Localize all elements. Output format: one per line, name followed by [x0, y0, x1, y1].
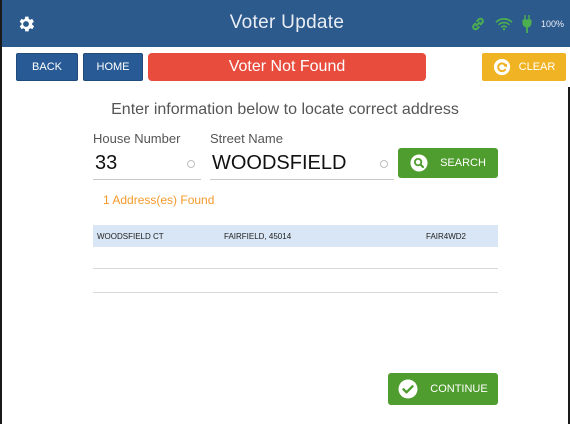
result-row[interactable]: WOODSFIELD CT FAIRFIELD, 45014 FAIR4WD2 [93, 225, 498, 247]
search-button[interactable]: SEARCH [398, 148, 498, 178]
clear-label: CLEAR [518, 61, 556, 73]
street-name-label: Street Name [210, 131, 283, 146]
nav-bar: BACK HOME Voter Not Found CLEAR [2, 47, 570, 87]
status-banner: Voter Not Found [148, 53, 426, 81]
list-divider [93, 268, 498, 269]
battery-level: 100% [540, 19, 564, 29]
result-code: FAIR4WD2 [426, 232, 467, 241]
link-icon [472, 17, 484, 31]
status-icons: 100% [469, 15, 564, 33]
house-number-value: 33 [95, 152, 118, 174]
wifi-icon [495, 18, 513, 31]
clear-button[interactable]: CLEAR [482, 53, 566, 81]
street-name-value: WOODSFIELD [212, 152, 347, 174]
title-bar: Voter Update 100% [2, 0, 570, 47]
clear-field-icon[interactable] [187, 160, 195, 168]
continue-label: CONTINUE [430, 383, 488, 395]
list-divider [93, 292, 498, 293]
results-list: WOODSFIELD CT FAIRFIELD, 45014 FAIR4WD2 [93, 225, 498, 247]
street-name-input[interactable]: WOODSFIELD [210, 149, 394, 180]
app-frame: Voter Update 100% BACK HOME Voter Not Fo… [0, 0, 570, 424]
clear-field-icon[interactable] [380, 160, 388, 168]
result-street: WOODSFIELD CT [97, 232, 164, 241]
search-icon [410, 154, 428, 172]
search-label: SEARCH [440, 157, 486, 169]
house-number-label: House Number [93, 131, 181, 146]
check-icon [398, 379, 418, 399]
continue-button[interactable]: CONTINUE [388, 373, 498, 405]
home-button[interactable]: HOME [83, 53, 143, 81]
back-button[interactable]: BACK [16, 53, 78, 81]
refresh-icon [493, 58, 510, 76]
result-city: FAIRFIELD, 45014 [224, 232, 292, 241]
house-number-input[interactable]: 33 [93, 149, 201, 180]
plug-icon [522, 15, 532, 33]
instructions-text: Enter information below to locate correc… [111, 101, 459, 118]
results-count: 1 Address(es) Found [103, 193, 215, 207]
